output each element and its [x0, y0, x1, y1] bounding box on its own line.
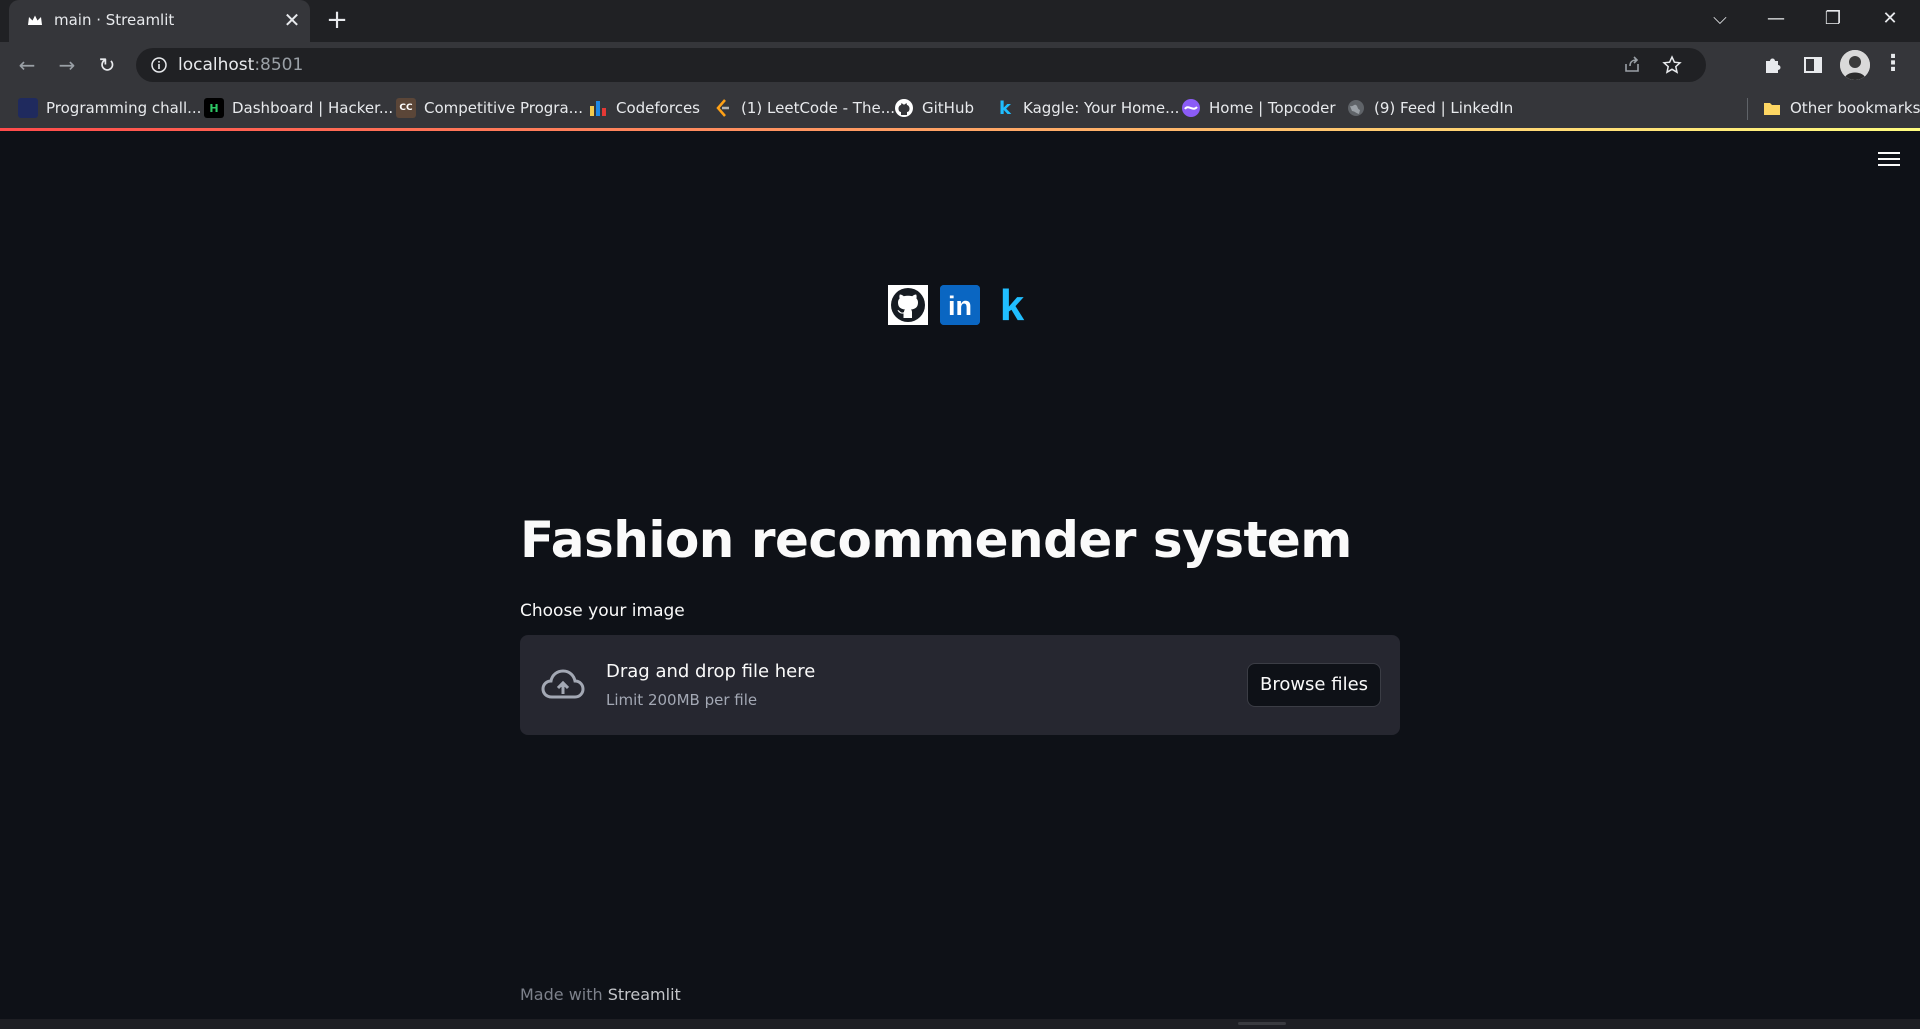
back-button[interactable]: ←	[13, 51, 41, 79]
bookmark-label: Codeforces	[616, 99, 700, 117]
globe-icon	[1348, 100, 1364, 116]
url-port: :8501	[254, 55, 304, 75]
linkedin-link-icon[interactable]: in	[940, 285, 980, 325]
linkedin-logo-text: in	[948, 291, 972, 321]
bookmark-label: (1) LeetCode - The...	[741, 99, 895, 117]
github-icon	[895, 99, 913, 117]
github-link-icon[interactable]	[888, 285, 928, 325]
streamlit-link[interactable]: Streamlit	[608, 985, 681, 1004]
page-title: Fashion recommender system	[520, 511, 1352, 569]
url-host: localhost	[178, 55, 255, 75]
bookmark-item[interactable]: Home | Topcoder	[1181, 94, 1336, 122]
bookmark-label: GitHub	[922, 99, 974, 117]
new-tab-button[interactable]: +	[324, 7, 350, 33]
folder-icon	[1764, 103, 1780, 115]
browse-files-button[interactable]: Browse files	[1247, 663, 1381, 707]
bottom-bar-handle	[1238, 1022, 1286, 1025]
close-window-button[interactable]: ✕	[1870, 4, 1910, 34]
bookmark-label: Home | Topcoder	[1209, 99, 1336, 117]
bookmark-item[interactable]: CC Competitive Progra...	[396, 94, 583, 122]
bookmark-item[interactable]: Programming chall...	[18, 94, 201, 122]
codeforces-icon	[590, 101, 606, 116]
site-info-icon[interactable]	[150, 56, 168, 74]
bookmark-item[interactable]: (9) Feed | LinkedIn	[1346, 94, 1513, 122]
reload-button[interactable]: ↻	[93, 51, 121, 79]
bookmark-item[interactable]: k Kaggle: Your Home...	[995, 94, 1179, 122]
streamlit-crown-icon	[28, 15, 42, 25]
bookmarks-bar: Programming chall... H Dashboard | Hacke…	[0, 88, 1920, 128]
dropzone-file-limit: Limit 200MB per file	[606, 691, 758, 709]
tab-search-icon[interactable]: ⌵	[1700, 4, 1740, 34]
footer: Made with Streamlit	[520, 985, 681, 1004]
file-uploader-label: Choose your image	[520, 601, 685, 621]
cloud-upload-icon	[541, 669, 585, 699]
hamburger-menu-icon[interactable]	[1878, 152, 1900, 170]
url-text[interactable]: localhost:8501	[178, 55, 303, 75]
forward-button[interactable]: →	[53, 51, 81, 79]
hackerearth-icon: H	[204, 98, 224, 118]
share-icon[interactable]	[1622, 55, 1642, 75]
footer-prefix: Made with	[520, 985, 608, 1004]
bottom-bar	[0, 1019, 1920, 1029]
profile-photo-icon	[1840, 50, 1870, 80]
dropzone-instructions: Drag and drop file here	[606, 661, 816, 682]
bookmark-item[interactable]: GitHub	[894, 94, 974, 122]
tab-title: main · Streamlit	[54, 11, 175, 29]
browser-toolbar: ← → ↻ localhost:8501 ⋮	[0, 42, 1920, 88]
bookmarks-separator	[1747, 98, 1748, 120]
bookmark-star-icon[interactable]	[1662, 55, 1682, 75]
browser-tab[interactable]: main · Streamlit ✕	[9, 0, 310, 42]
bookmark-item[interactable]: (1) LeetCode - The...	[713, 94, 895, 122]
browser-menu-icon[interactable]: ⋮	[1882, 51, 1904, 79]
bookmark-programming-icon	[18, 98, 38, 118]
profile-avatar[interactable]	[1840, 50, 1870, 80]
bookmark-label: Programming chall...	[46, 99, 202, 117]
bookmark-label: Competitive Progra...	[424, 99, 583, 117]
topcoder-icon	[1182, 99, 1200, 117]
bookmark-label: (9) Feed | LinkedIn	[1374, 99, 1514, 117]
minimize-button[interactable]: —	[1756, 4, 1796, 34]
bookmark-label: Kaggle: Your Home...	[1023, 99, 1180, 117]
kaggle-logo-text: k	[1000, 285, 1025, 325]
browser-tab-strip: main · Streamlit ✕ + ⌵ — ❐ ✕	[0, 0, 1920, 42]
bookmark-item[interactable]: H Dashboard | Hacker...	[204, 94, 393, 122]
tab-close-icon[interactable]: ✕	[279, 7, 305, 33]
leetcode-icon	[716, 99, 729, 117]
kaggle-icon: k	[999, 97, 1011, 119]
other-bookmarks-label: Other bookmarks	[1790, 99, 1920, 117]
restore-button[interactable]: ❐	[1813, 4, 1853, 34]
extensions-puzzle-icon[interactable]	[1762, 54, 1784, 76]
streamlit-app: in k Fashion recommender system Choose y…	[0, 131, 1920, 1019]
kaggle-link-icon[interactable]: k	[992, 281, 1032, 330]
side-panel-icon[interactable]	[1802, 54, 1824, 76]
bookmark-label: Dashboard | Hacker...	[232, 99, 394, 117]
address-bar[interactable]: localhost:8501	[136, 48, 1706, 82]
codechef-icon: CC	[396, 98, 416, 118]
other-bookmarks-folder[interactable]: Other bookmarks	[1762, 94, 1920, 122]
bookmark-item[interactable]: Codeforces	[588, 94, 700, 122]
file-dropzone[interactable]: Drag and drop file here Limit 200MB per …	[520, 635, 1400, 735]
